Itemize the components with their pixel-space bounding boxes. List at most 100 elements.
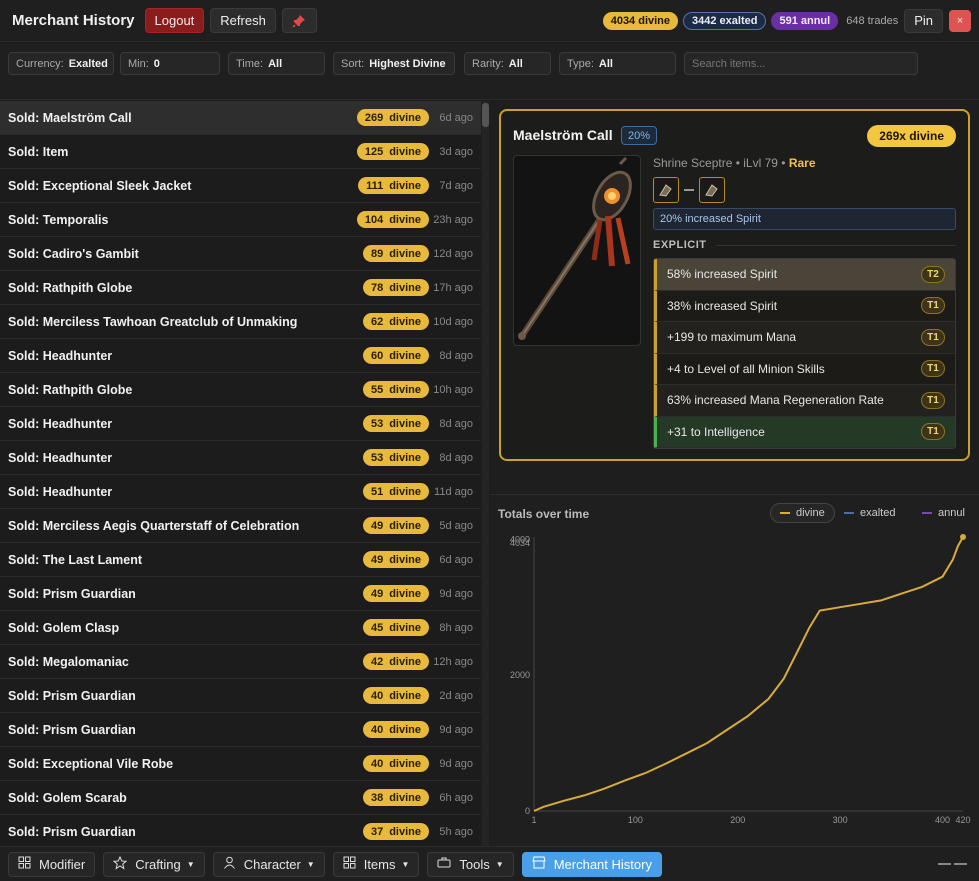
- trade-row[interactable]: Sold: Headhunter 60 divine 8d ago: [0, 339, 481, 373]
- user-icon: [223, 856, 236, 872]
- explicit-mod: 63% increased Mana Regeneration Rate T1: [654, 385, 955, 417]
- trade-row[interactable]: Sold: Merciless Tawhoan Greatclub of Unm…: [0, 305, 481, 339]
- explicit-mod: 58% increased Spirit T2: [654, 259, 955, 291]
- menu-handle[interactable]: [935, 863, 967, 865]
- page-title: Merchant History: [12, 12, 135, 29]
- sort-filter[interactable]: Sort: Highest Divine: [333, 52, 455, 75]
- tab-tools[interactable]: Tools ▼: [427, 851, 514, 877]
- trade-row[interactable]: Sold: Merciless Aegis Quarterstaff of Ce…: [0, 509, 481, 543]
- pin-window-button[interactable]: [281, 8, 317, 33]
- trade-row[interactable]: Sold: Prism Guardian 37 divine 5h ago: [0, 815, 481, 846]
- tier-badge: T1: [921, 297, 945, 315]
- trade-row[interactable]: Sold: Exceptional Vile Robe 40 divine 9d ag…: [0, 747, 481, 781]
- trade-time: 8d ago: [439, 417, 473, 430]
- close-button[interactable]: ×: [949, 9, 971, 32]
- chevron-down-icon: ▼: [306, 859, 315, 869]
- trade-price-badge: 45 divine: [362, 619, 429, 636]
- x-tick-label: 100: [628, 815, 643, 825]
- tab-character[interactable]: Character ▼: [212, 851, 325, 877]
- type-filter[interactable]: Type: All: [559, 52, 676, 75]
- top-bar: Merchant History Logout Refresh 4034 div…: [0, 0, 979, 42]
- tab-merchant-history[interactable]: Merchant History: [521, 851, 662, 877]
- socket-1[interactable]: [653, 177, 679, 203]
- trade-label: Sold: The Last Lament: [8, 552, 143, 567]
- trade-label: Sold: Headhunter: [8, 484, 113, 499]
- pin-button[interactable]: Pin: [904, 8, 943, 33]
- trade-price-badge: 53 divine: [362, 449, 429, 466]
- tier-badge: T2: [921, 265, 945, 283]
- annul-total-badge: 591 annul: [771, 11, 839, 30]
- trade-row[interactable]: Sold: Cadiro's Gambit 89 divine 12d ago: [0, 237, 481, 271]
- trade-row[interactable]: Sold: Prism Guardian 40 divine 9d ago: [0, 713, 481, 747]
- trade-price-badge: 55 divine: [362, 381, 429, 398]
- series-end-point: [960, 534, 966, 540]
- trade-row[interactable]: Sold: Maelström Call 269 divine 6d ago: [0, 101, 481, 135]
- legend-item-divine[interactable]: divine: [770, 503, 835, 523]
- search-input[interactable]: Search items...: [684, 52, 918, 75]
- rarity-filter[interactable]: Rarity: All: [464, 52, 551, 75]
- trade-row[interactable]: Sold: The Last Lament 49 divine 6d ago: [0, 543, 481, 577]
- trade-row[interactable]: Sold: Prism Guardian 40 divine 2d ago: [0, 679, 481, 713]
- time-filter[interactable]: Time: All: [228, 52, 325, 75]
- trade-row[interactable]: Sold: Item 125 divine 3d ago: [0, 135, 481, 169]
- socket-2[interactable]: [699, 177, 725, 203]
- trade-list: Sold: Maelström Call 269 divine 6d ago Sold:…: [0, 101, 481, 846]
- tab-items[interactable]: Items ▼: [332, 851, 420, 877]
- trade-row[interactable]: Sold: Headhunter 53 divine 8d ago: [0, 441, 481, 475]
- trade-time: 12d ago: [433, 247, 473, 260]
- trade-time: 17h ago: [433, 281, 473, 294]
- totals-line-chart: 0 2000 40004034 1 100 200 300 400 420: [510, 534, 971, 825]
- trade-label: Sold: Rathpith Globe: [8, 382, 133, 397]
- currency-filter[interactable]: Currency: Exalted: [8, 52, 114, 75]
- min-filter[interactable]: Min: 0: [120, 52, 220, 75]
- trade-row[interactable]: Sold: Temporalis 104 divine 23h ago: [0, 203, 481, 237]
- trade-time: 11d ago: [434, 485, 473, 498]
- trade-row[interactable]: Sold: Prism Guardian 49 divine 9d ago: [0, 577, 481, 611]
- trade-label: Sold: Exceptional Vile Robe: [8, 756, 174, 771]
- x-tick-label: 400: [935, 815, 950, 825]
- trade-price-badge: 125 divine: [356, 143, 429, 160]
- scrollbar-thumb[interactable]: [482, 103, 489, 127]
- y-tick-label: 4000: [510, 534, 530, 544]
- x-tick-label: 420: [955, 815, 970, 825]
- trade-time: 6h ago: [439, 791, 473, 804]
- trade-price-badge: 40 divine: [362, 755, 429, 772]
- legend-item-annul[interactable]: annul: [922, 503, 965, 523]
- toolbox-icon: [437, 856, 451, 872]
- trade-row[interactable]: Sold: Rathpith Globe 78 divine 17h ago: [0, 271, 481, 305]
- trade-price-badge: 60 divine: [362, 347, 429, 364]
- filter-bar: Currency: Exalted Min: 0 Time: All Sort: Hig…: [0, 43, 979, 100]
- trade-time: 9d ago: [439, 723, 473, 736]
- exalted-total-badge: 3442 exalted: [683, 11, 767, 30]
- x-tick-label: 200: [730, 815, 745, 825]
- trade-price-badge: 49 divine: [362, 517, 429, 534]
- trade-row[interactable]: Sold: Megalomaniac 42 divine 12h ago: [0, 645, 481, 679]
- legend-item-exalted[interactable]: exalted: [844, 503, 895, 523]
- trade-time: 6d ago: [439, 553, 473, 566]
- explicit-mod: +199 to maximum Mana T1: [654, 322, 955, 354]
- trade-price-badge: 89 divine: [362, 245, 429, 262]
- explicit-mod: +4 to Level of all Minion Skills T1: [654, 353, 955, 385]
- trade-time: 5h ago: [439, 825, 473, 838]
- star-icon: [112, 855, 128, 873]
- trade-time: 7d ago: [439, 179, 473, 192]
- trade-time: 12h ago: [433, 655, 473, 668]
- refresh-button[interactable]: Refresh: [210, 8, 276, 33]
- tab-modifier[interactable]: Modifier: [8, 851, 96, 877]
- trade-row[interactable]: Sold: Golem Clasp 45 divine 8h ago: [0, 611, 481, 645]
- trade-row[interactable]: Sold: Headhunter 51 divine 11d ago: [0, 475, 481, 509]
- trade-price-badge: 42 divine: [362, 653, 429, 670]
- list-scrollbar[interactable]: [482, 101, 489, 846]
- trade-row[interactable]: Sold: Golem Scarab 38 divine 6h ago: [0, 781, 481, 815]
- trade-row[interactable]: Sold: Rathpith Globe 55 divine 10h ago: [0, 373, 481, 407]
- storefront-icon: [532, 856, 546, 872]
- trade-price-badge: 40 divine: [362, 721, 429, 738]
- sceptre-icon: [518, 156, 632, 340]
- pushpin-icon: [292, 14, 306, 28]
- trade-row[interactable]: Sold: Headhunter 53 divine 8d ago: [0, 407, 481, 441]
- trade-price-badge: 53 divine: [362, 415, 429, 432]
- trade-label: Sold: Cadiro's Gambit: [8, 246, 139, 261]
- trade-row[interactable]: Sold: Exceptional Sleek Jacket 111 divine 7…: [0, 169, 481, 203]
- logout-button[interactable]: Logout: [144, 8, 205, 33]
- tab-crafting[interactable]: Crafting ▼: [103, 851, 205, 877]
